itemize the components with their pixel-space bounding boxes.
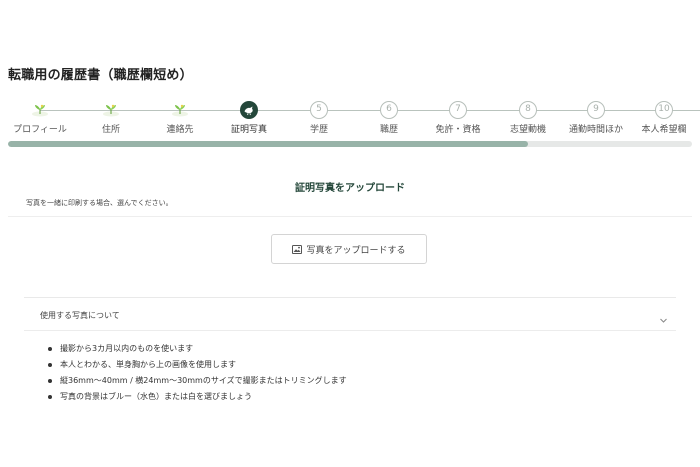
step-label: 連絡先	[166, 125, 194, 135]
section-title: 証明写真をアップロード	[295, 183, 405, 194]
list-item: 撮影から3カ月以内のものを使います	[46, 341, 347, 357]
step-address[interactable]: 住所	[71, 101, 151, 135]
list-item: 縦36mm～40mm / 横24mm～30mmのサイズで撮影またはトリミングしま…	[46, 373, 347, 389]
step-photo[interactable]: 証明写真	[209, 101, 289, 135]
step-label: 住所	[101, 125, 120, 135]
progress-fill	[8, 141, 528, 147]
image-icon	[292, 244, 303, 254]
accordion-divider	[24, 297, 676, 298]
step-label: 職歴	[379, 125, 398, 135]
step-number: 7	[449, 101, 467, 119]
sprout-icon	[102, 101, 120, 119]
photo-guidelines-accordion[interactable]: 使用する写真について	[24, 306, 676, 326]
accordion-title: 使用する写真について	[40, 311, 120, 320]
step-work-history[interactable]: 6 職歴	[349, 101, 429, 135]
step-preferences[interactable]: 10 本人希望欄	[624, 101, 700, 135]
step-number: 10	[655, 101, 673, 119]
step-label: 証明写真	[230, 125, 267, 135]
step-number: 6	[380, 101, 398, 119]
step-label: 免許・資格	[435, 125, 481, 135]
sprout-icon	[31, 101, 49, 119]
section-note: 写真を一緒に印刷する場合、選んでください。	[26, 199, 173, 207]
chevron-down-icon	[659, 310, 668, 329]
upload-photo-button[interactable]: 写真をアップロードする	[271, 234, 427, 264]
guidelines-list: 撮影から3カ月以内のものを使います 本人とわかる、単身胸から上の画像を使用します…	[46, 341, 347, 405]
page-title: 転職用の履歴書（職歴欄短め）	[8, 68, 193, 83]
upload-button-label: 写真をアップロードする	[306, 245, 406, 256]
step-profile[interactable]: プロフィール	[0, 101, 80, 135]
step-label: 本人希望欄	[641, 125, 687, 135]
step-indicator: プロフィール 住所 連絡先 証明写真 5 学歴 6 職歴 7 免許・資格 8 志…	[0, 101, 700, 137]
step-education[interactable]: 5 学歴	[279, 101, 359, 135]
step-number: 9	[587, 101, 605, 119]
sprout-icon	[171, 101, 189, 119]
step-label: 学歴	[309, 125, 328, 135]
list-item: 本人とわかる、単身胸から上の画像を使用します	[46, 357, 347, 373]
accordion-divider	[24, 330, 676, 331]
step-contact[interactable]: 連絡先	[140, 101, 220, 135]
list-item: 写真の背景はブルー（水色）または白を選びましょう	[46, 389, 347, 405]
bird-icon	[240, 101, 258, 119]
step-label: プロフィール	[13, 125, 67, 135]
step-number: 5	[310, 101, 328, 119]
progress-bar	[8, 141, 692, 147]
step-licenses[interactable]: 7 免許・資格	[418, 101, 498, 135]
divider	[8, 216, 692, 217]
step-number: 8	[519, 101, 537, 119]
